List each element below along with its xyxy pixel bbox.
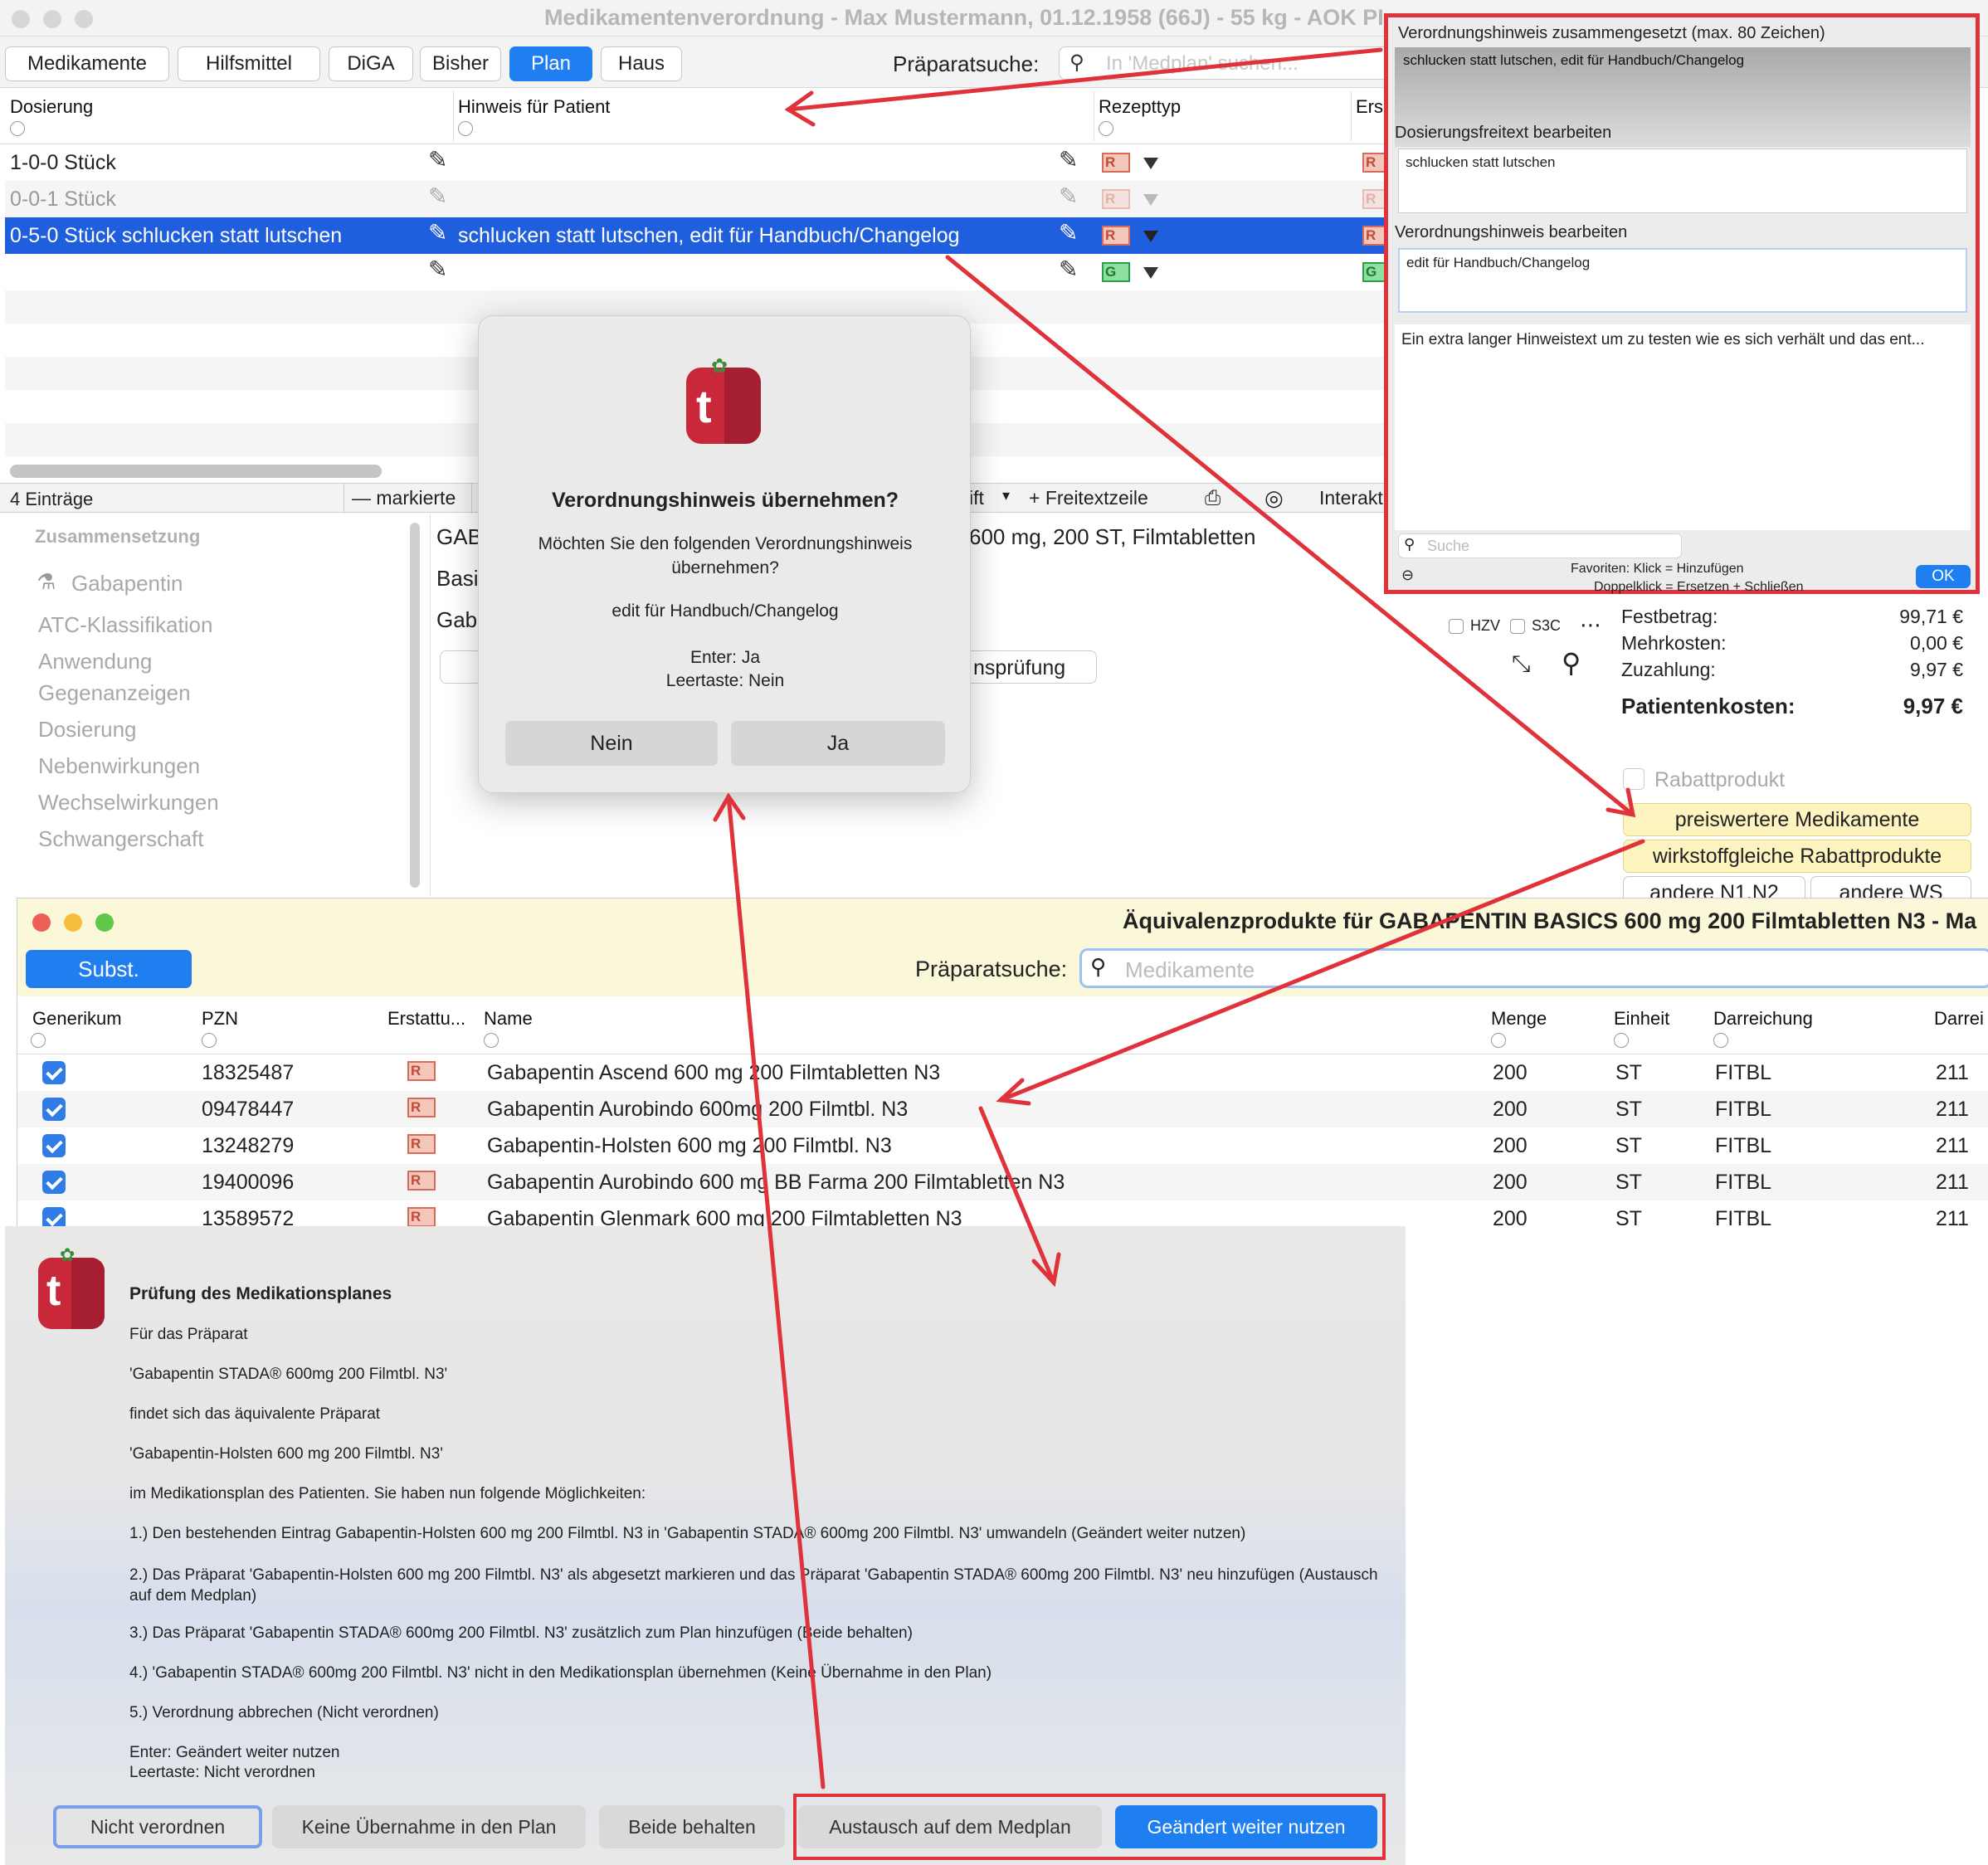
annotation-arrows: [713, 47, 1645, 1790]
arrow-to-check: [978, 1106, 1056, 1285]
arrow-to-hinweis: [786, 47, 1383, 112]
arrow-to-confirm: [726, 794, 826, 1790]
arrow-to-rabatt: [945, 255, 1635, 817]
arrow-to-equiv: [998, 839, 1645, 1103]
